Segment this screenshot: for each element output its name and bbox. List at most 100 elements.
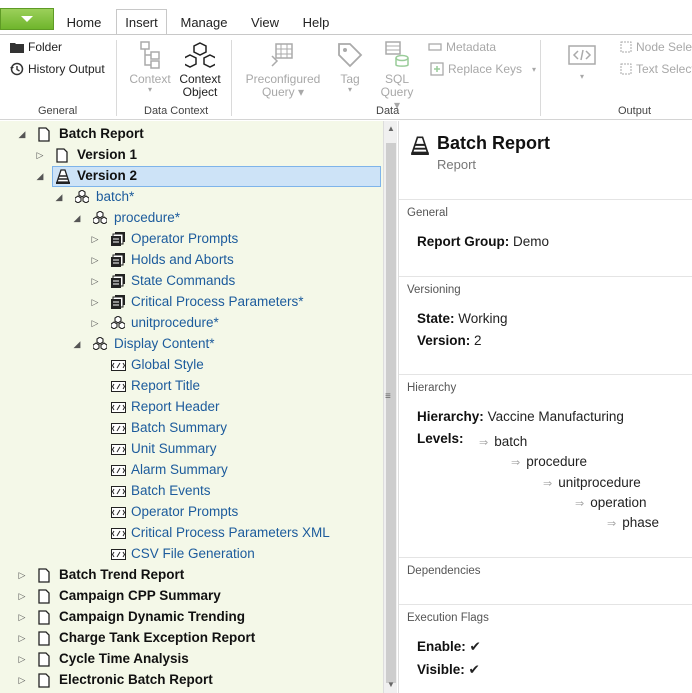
expand-icon[interactable]: ▷ [17,675,27,686]
tree-item-alarm-summary[interactable]: Alarm Summary [0,460,383,481]
tree-item-global-style[interactable]: Global Style [0,355,383,376]
node-select-button[interactable]: Node Selec [620,40,692,54]
scrollbar-thumb[interactable] [386,143,396,683]
table-stack-icon [111,232,125,246]
expression-button[interactable]: ▾ [550,40,614,81]
tab-view[interactable]: View [244,10,286,35]
tag-button[interactable]: Tag ▾ [332,40,368,94]
tree-item-csv-file-generation[interactable]: CSV File Generation [0,544,383,565]
history-output-label: History Output [28,62,105,76]
level-arrow-icon: ⇒ [543,478,553,490]
tree-item-campaign-dynamic-trending[interactable]: ▷ Campaign Dynamic Trending [0,607,383,628]
table-query-icon [271,43,293,67]
replace-keys-label: Replace Keys [448,62,523,76]
collapse-icon[interactable]: ◢ [72,339,82,350]
detail-pane: Batch Report Report General Report Group… [398,121,692,693]
tree-item-batch[interactable]: ◢ batch* [0,187,383,208]
replace-keys-button[interactable]: Replace Keys ▾ [430,62,536,76]
tree-item-operator-prompts[interactable]: ▷ Operator Prompts [0,229,383,250]
tree-item-label: Display Content* [114,336,215,351]
collapse-icon[interactable]: ◢ [35,171,45,182]
tree-item-report-header[interactable]: Report Header [0,397,383,418]
history-output-button[interactable]: History Output [10,62,105,76]
expand-icon[interactable]: ▷ [17,612,27,623]
scroll-up-arrow-icon[interactable]: ▲ [384,121,398,137]
sql-query-button[interactable]: SQL Query ▾ [377,40,417,112]
file-menu-button[interactable] [0,8,54,30]
tree-item-label: Batch Events [131,483,211,498]
tree-item-display-content[interactable]: ◢ Display Content* [0,334,383,355]
section-header: Execution Flags [407,612,489,624]
collapse-icon[interactable]: ◢ [17,129,27,140]
cubes-icon [93,337,107,350]
tree-item-batch-trend-report[interactable]: ▷ Batch Trend Report [0,565,383,586]
expression-dropdown-icon: ▾ [579,72,584,81]
section-header: Versioning [407,284,461,296]
tree-item-batch-report[interactable]: ◢ Batch Report [0,124,383,145]
version-field: Version: 2 [417,333,482,348]
tab-help[interactable]: Help [296,10,336,35]
report-tree[interactable]: ◢ Batch Report ▷ Version 1 ◢ Version 2 ◢… [0,121,383,693]
code-block-icon [111,528,126,539]
tree-item-batch-summary[interactable]: Batch Summary [0,418,383,439]
expand-icon[interactable]: ▷ [17,633,27,644]
collapse-icon[interactable]: ◢ [72,213,82,224]
tree-item-report-title[interactable]: Report Title [0,376,383,397]
tree-item-state-commands[interactable]: ▷ State Commands [0,271,383,292]
expand-icon[interactable]: ▷ [90,255,100,266]
field-label: State: [417,311,455,326]
tab-insert[interactable]: Insert [116,9,167,36]
tree-item-charge-tank-exception-report[interactable]: ▷ Charge Tank Exception Report [0,628,383,649]
folder-button[interactable]: Folder [10,40,62,54]
tree-item-label: Operator Prompts [131,504,239,519]
tree-item-version-2[interactable]: ◢ Version 2 [0,166,383,187]
tree-scrollbar[interactable]: ▲ ≡ ▼ [383,121,397,693]
section-dependencies: Dependencies [399,557,692,604]
table-stack-icon [111,253,125,267]
tree-item-label: Global Style [131,357,204,372]
tag-dropdown-icon: ▾ [347,85,352,94]
level-item: ⇒ procedure [511,454,588,469]
replace-keys-icon [430,62,444,76]
tab-manage[interactable]: Manage [175,10,233,35]
scroll-down-arrow-icon[interactable]: ▼ [384,677,398,693]
preconfigured-query-button[interactable]: Preconfigured Query ▾ [242,40,324,99]
expand-icon[interactable]: ▷ [90,297,100,308]
tree-item-holds-and-aborts[interactable]: ▷ Holds and Aborts [0,250,383,271]
metadata-button[interactable]: Metadata [428,40,496,54]
tree-item-cycle-time-analysis[interactable]: ▷ Cycle Time Analysis [0,649,383,670]
collapse-icon[interactable]: ◢ [54,192,64,203]
level-item: ⇒ batch [479,434,528,449]
tree-item-unit-summary[interactable]: Unit Summary [0,439,383,460]
tab-home[interactable]: Home [60,10,108,35]
tree-item-procedure[interactable]: ◢ procedure* [0,208,383,229]
context-button[interactable]: Context ▾ [128,40,172,94]
expand-icon[interactable]: ▷ [35,150,45,161]
expand-icon[interactable]: ▷ [17,654,27,665]
tree-item-cpp-xml[interactable]: Critical Process Parameters XML [0,523,383,544]
expand-icon[interactable]: ▷ [90,318,100,329]
section-general: General Report Group: Demo [399,199,692,276]
tree-item-electronic-batch-report[interactable]: ▷ Electronic Batch Report [0,670,383,691]
tree-item-critical-process-parameters[interactable]: ▷ Critical Process Parameters* [0,292,383,313]
ribbon-separator [231,40,232,116]
checkmark-icon: ✔ [468,662,480,677]
splitter-grip-icon[interactable]: ≡ [385,391,391,402]
section-header: Dependencies [407,565,481,577]
tag-icon [338,43,363,68]
document-icon [56,148,68,163]
expand-icon[interactable]: ▷ [17,570,27,581]
tree-item-version-1[interactable]: ▷ Version 1 [0,145,383,166]
expand-icon[interactable]: ▷ [17,591,27,602]
expand-icon[interactable]: ▷ [90,234,100,245]
tree-item-operator-prompts-display[interactable]: Operator Prompts [0,502,383,523]
document-icon [38,568,50,583]
context-object-button[interactable]: Context Object [177,40,223,99]
tree-item-unitprocedure[interactable]: ▷ unitprocedure* [0,313,383,334]
document-icon [38,610,50,625]
tree-item-campaign-cpp-summary[interactable]: ▷ Campaign CPP Summary [0,586,383,607]
text-select-button[interactable]: Text Select [620,62,692,76]
expand-icon[interactable]: ▷ [90,276,100,287]
tree-item-batch-events[interactable]: Batch Events [0,481,383,502]
metadata-label: Metadata [446,40,497,54]
